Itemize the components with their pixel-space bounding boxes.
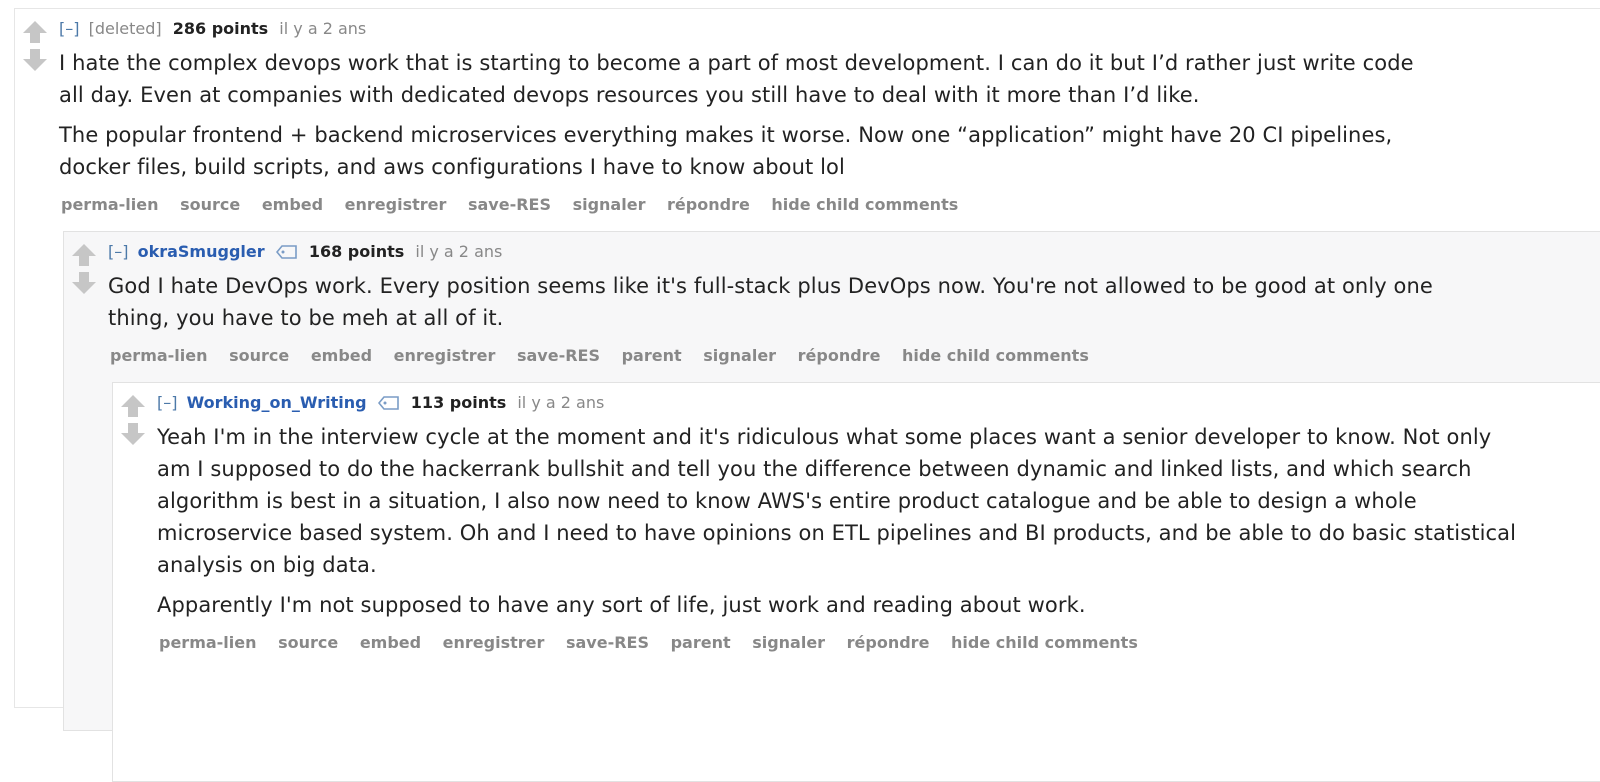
- report-button[interactable]: signaler: [752, 633, 825, 652]
- upvote-arrow-icon[interactable]: [21, 19, 49, 45]
- comment-paragraph: The popular frontend + backend microserv…: [59, 123, 1393, 179]
- hide-child-comments-button[interactable]: hide child comments: [902, 346, 1089, 365]
- downvote-arrow-icon[interactable]: [21, 47, 49, 73]
- downvote-arrow-icon[interactable]: [119, 421, 147, 447]
- report-button[interactable]: signaler: [573, 195, 646, 214]
- comment-tagline: [–] [deleted] 286 points il y a 2 ans: [59, 19, 366, 38]
- save-button[interactable]: enregistrer: [345, 195, 447, 214]
- permalink-button[interactable]: perma-lien: [110, 346, 208, 365]
- collapse-toggle[interactable]: [–]: [108, 242, 128, 261]
- comment-working-on-writing: [–] Working_on_Writing 113 points il y a…: [112, 382, 1600, 782]
- save-button[interactable]: enregistrer: [394, 346, 496, 365]
- comment-score: 286 points: [172, 19, 269, 38]
- save-res-button[interactable]: save-RES: [566, 633, 649, 652]
- author-deleted: [deleted]: [88, 19, 162, 38]
- source-button[interactable]: source: [278, 633, 338, 652]
- user-tag-icon[interactable]: [275, 244, 298, 260]
- downvote-arrow-icon[interactable]: [70, 270, 98, 296]
- comment-paragraph: Apparently I'm not supposed to have any …: [157, 593, 1086, 617]
- save-res-button[interactable]: save-RES: [517, 346, 600, 365]
- comment-actions: perma-lien source embed enregistrer save…: [61, 195, 974, 214]
- embed-button[interactable]: embed: [360, 633, 421, 652]
- upvote-arrow-icon[interactable]: [70, 242, 98, 268]
- comment-score: 113 points: [410, 393, 507, 412]
- save-button[interactable]: enregistrer: [443, 633, 545, 652]
- comment-okrasmuggler: [–] okraSmuggler 168 points il y a 2 ans…: [63, 231, 1600, 782]
- comment-paragraph: I hate the complex devops work that is s…: [59, 51, 1414, 107]
- source-button[interactable]: source: [180, 195, 240, 214]
- author-link[interactable]: Working_on_Writing: [187, 393, 367, 412]
- comment-body: Yeah I'm in the interview cycle at the m…: [157, 421, 1517, 629]
- comment-time: il y a 2 ans: [517, 393, 605, 412]
- user-tag-icon[interactable]: [377, 395, 400, 411]
- comment-deleted: [–] [deleted] 286 points il y a 2 ans I …: [14, 8, 1600, 782]
- comment-time: il y a 2 ans: [279, 19, 367, 38]
- comment-tagline: [–] okraSmuggler 168 points il y a 2 ans: [108, 242, 502, 261]
- reply-button[interactable]: répondre: [798, 346, 881, 365]
- reply-button[interactable]: répondre: [847, 633, 930, 652]
- source-button[interactable]: source: [229, 346, 289, 365]
- reply-button[interactable]: répondre: [667, 195, 750, 214]
- comment-score: 168 points: [308, 242, 405, 261]
- hide-child-comments-button[interactable]: hide child comments: [771, 195, 958, 214]
- report-button[interactable]: signaler: [703, 346, 776, 365]
- permalink-button[interactable]: perma-lien: [159, 633, 257, 652]
- save-res-button[interactable]: save-RES: [468, 195, 551, 214]
- collapse-toggle[interactable]: [–]: [157, 393, 177, 412]
- hide-child-comments-button[interactable]: hide child comments: [951, 633, 1138, 652]
- parent-button[interactable]: parent: [622, 346, 682, 365]
- comment-body: God I hate DevOps work. Every position s…: [108, 270, 1448, 342]
- permalink-button[interactable]: perma-lien: [61, 195, 159, 214]
- embed-button[interactable]: embed: [262, 195, 323, 214]
- comment-tagline: [–] Working_on_Writing 113 points il y a…: [157, 393, 604, 412]
- comment-time: il y a 2 ans: [415, 242, 503, 261]
- embed-button[interactable]: embed: [311, 346, 372, 365]
- collapse-toggle[interactable]: [–]: [59, 19, 79, 38]
- comment-body: I hate the complex devops work that is s…: [59, 47, 1419, 191]
- author-link[interactable]: okraSmuggler: [138, 242, 265, 261]
- comment-actions: perma-lien source embed enregistrer save…: [159, 633, 1154, 652]
- upvote-arrow-icon[interactable]: [119, 393, 147, 419]
- comment-paragraph: God I hate DevOps work. Every position s…: [108, 274, 1433, 330]
- parent-button[interactable]: parent: [671, 633, 731, 652]
- comment-paragraph: Yeah I'm in the interview cycle at the m…: [157, 425, 1517, 577]
- comment-actions: perma-lien source embed enregistrer save…: [110, 346, 1105, 365]
